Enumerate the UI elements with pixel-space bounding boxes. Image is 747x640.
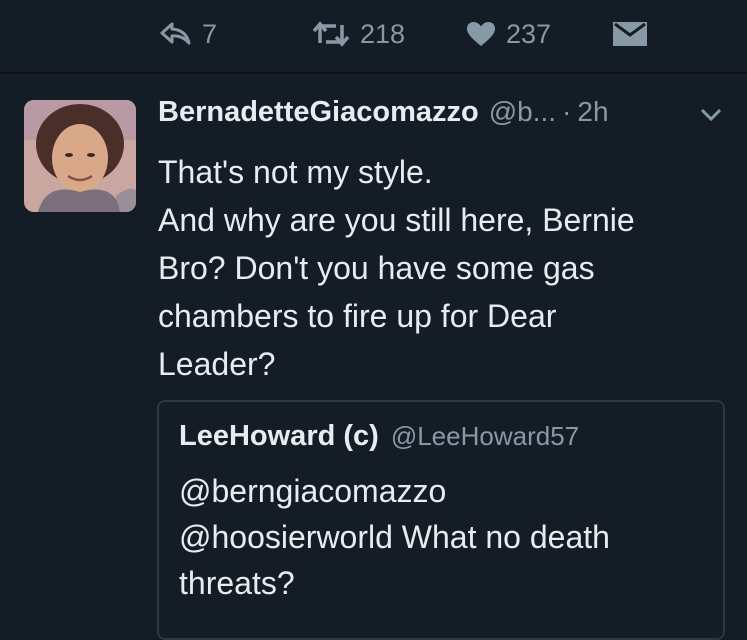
envelope-icon bbox=[613, 22, 647, 46]
timestamp[interactable]: 2h bbox=[577, 96, 608, 128]
quoted-text-line: @berngiacomazzo bbox=[179, 473, 447, 509]
tweet-actions-bar: 7 218 237 bbox=[0, 0, 747, 74]
tweet-header: BernadetteGiacomazzo @b... · 2h bbox=[158, 96, 609, 140]
reply-count: 7 bbox=[202, 18, 218, 49]
tweet: BernadetteGiacomazzo @b... · 2h That's n… bbox=[0, 74, 747, 640]
quoted-tweet-text: @berngiacomazzo @hoosierworld What no de… bbox=[179, 468, 610, 606]
tweet-text-line: And why are you still here, Bernie bbox=[158, 202, 635, 238]
quoted-text-line: threats? bbox=[179, 565, 295, 601]
more-options-button[interactable] bbox=[700, 108, 722, 127]
quoted-tweet-header: LeeHoward (c) @LeeHoward57 bbox=[179, 420, 579, 460]
avatar[interactable] bbox=[24, 100, 136, 212]
retweet-button[interactable]: 218 bbox=[312, 12, 405, 56]
tweet-text-line: Bro? Don't you have some gas bbox=[158, 250, 595, 286]
reply-icon bbox=[160, 22, 191, 45]
display-name[interactable]: BernadetteGiacomazzo bbox=[158, 96, 479, 129]
direct-message-button[interactable] bbox=[612, 12, 648, 56]
like-button[interactable]: 237 bbox=[466, 12, 551, 56]
separator-dot: · bbox=[562, 96, 572, 127]
retweet-icon bbox=[312, 21, 350, 47]
profile-photo bbox=[24, 100, 136, 212]
user-handle[interactable]: @b... bbox=[489, 96, 556, 128]
like-count: 237 bbox=[506, 18, 552, 49]
tweet-text-line: chambers to fire up for Dear bbox=[158, 298, 557, 334]
quoted-user-handle: @LeeHoward57 bbox=[390, 421, 580, 451]
tweet-text-line: That's not my style. bbox=[158, 154, 433, 190]
quoted-display-name: LeeHoward (c) bbox=[179, 420, 379, 452]
quoted-tweet[interactable]: LeeHoward (c) @LeeHoward57 @berngiacomaz… bbox=[157, 400, 725, 640]
tweet-text-line: Leader? bbox=[158, 346, 276, 382]
retweet-count: 218 bbox=[360, 18, 406, 49]
tweet-text: That's not my style. And why are you sti… bbox=[158, 148, 718, 388]
reply-button[interactable]: 7 bbox=[160, 12, 217, 56]
quoted-text-line: @hoosierworld What no death bbox=[179, 519, 610, 555]
heart-icon bbox=[467, 22, 495, 46]
chevron-down-icon bbox=[700, 108, 722, 122]
